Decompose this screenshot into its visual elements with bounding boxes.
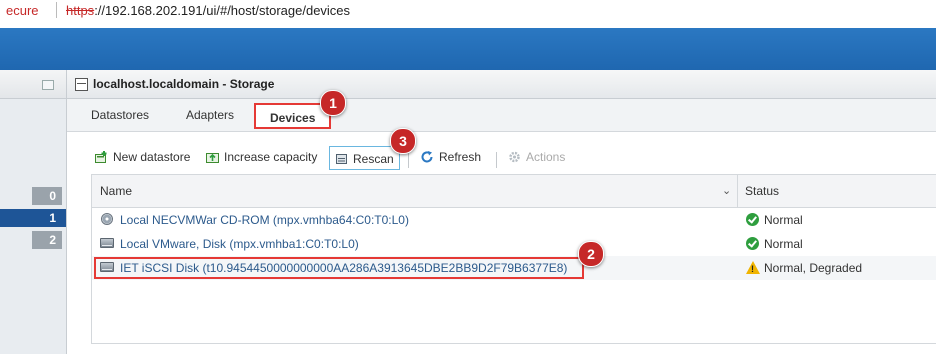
page-title: localhost.localdomain - Storage [93,77,275,91]
actions-label: Actions [526,150,566,164]
new-datastore-button[interactable]: New datastore [95,150,190,164]
navigator-panel: 0 1 2 [0,70,67,354]
navigator-count-row-selected[interactable]: 1 [0,209,66,227]
refresh-label: Refresh [439,150,482,164]
column-header-status[interactable]: Status [745,184,779,198]
address-divider [56,2,57,18]
url-protocol: https [66,3,95,18]
callout-badge-3: 3 [390,128,416,154]
warning-icon: ! [746,261,760,274]
devices-table: Name ⌄ Status Local NECVMWar CD-ROM (mpx… [91,174,936,344]
device-status: Normal [764,237,803,251]
refresh-button[interactable]: Refresh [421,150,481,164]
address-bar[interactable]: ecure https://192.168.202.191/ui/#/host/… [0,0,936,26]
refresh-icon [421,151,434,163]
tab-adapters[interactable]: Adapters [186,108,234,122]
toolbar-divider [496,152,497,168]
device-name[interactable]: IET iSCSI Disk (t10.9454450000000000AA28… [120,261,567,275]
count-badge: 1 [32,209,62,227]
callout-badge-2: 2 [578,241,604,267]
rescan-label: Rescan [353,152,394,166]
increase-capacity-icon [206,151,219,163]
header-bar [0,28,936,70]
url-text[interactable]: https://192.168.202.191/ui/#/host/storag… [66,3,350,18]
device-status: Normal, Degraded [764,261,863,275]
disk-icon [100,237,114,249]
ok-icon [746,213,759,226]
window-icon [75,78,88,91]
table-row[interactable]: Local NECVMWar CD-ROM (mpx.vmhba64:C0:T0… [92,208,936,232]
column-header-name[interactable]: Name [100,184,132,198]
tab-bar: Datastores Adapters Devices [67,99,936,132]
navigator-counts: 0 1 2 [0,187,66,253]
device-status: Normal [764,213,803,227]
storage-panel: localhost.localdomain - Storage Datastor… [67,70,936,354]
navigator-header [0,70,66,99]
toolbar: New datastore Increase capacity Rescan R… [67,146,936,172]
disk-icon [100,261,114,273]
rescan-icon [335,149,348,164]
tab-datastores[interactable]: Datastores [91,108,149,122]
security-label: ecure [6,3,39,18]
count-badge: 2 [32,231,62,249]
increase-capacity-label: Increase capacity [224,150,318,164]
device-name[interactable]: Local NECVMWar CD-ROM (mpx.vmhba64:C0:T0… [120,213,409,227]
app-window: ecure https://192.168.202.191/ui/#/host/… [0,0,936,354]
actions-button[interactable]: Actions [508,150,565,164]
navigator-count-row[interactable]: 2 [0,231,66,249]
device-name[interactable]: Local VMware, Disk (mpx.vmhba1:C0:T0:L0) [120,237,359,251]
toolbar-divider [408,152,409,168]
callout-badge-1: 1 [320,90,346,116]
ok-icon [746,237,759,250]
collapse-icon[interactable] [42,80,54,90]
panel-titlebar: localhost.localdomain - Storage [67,70,936,99]
new-datastore-icon [95,151,108,163]
navigator-count-row[interactable]: 0 [0,187,66,205]
count-badge: 0 [32,187,62,205]
column-divider[interactable] [737,175,738,207]
cdrom-icon [100,213,114,225]
rescan-button[interactable]: Rescan [329,146,400,170]
chevron-down-icon[interactable]: ⌄ [722,184,731,197]
increase-capacity-button[interactable]: Increase capacity [206,150,317,164]
gear-icon [508,151,521,163]
table-header: Name ⌄ Status [92,175,936,208]
new-datastore-label: New datastore [113,150,191,164]
url-path: ://192.168.202.191/ui/#/host/storage/dev… [94,3,351,18]
table-row[interactable]: IET iSCSI Disk (t10.9454450000000000AA28… [92,256,936,280]
table-row[interactable]: Local VMware, Disk (mpx.vmhba1:C0:T0:L0)… [92,232,936,256]
